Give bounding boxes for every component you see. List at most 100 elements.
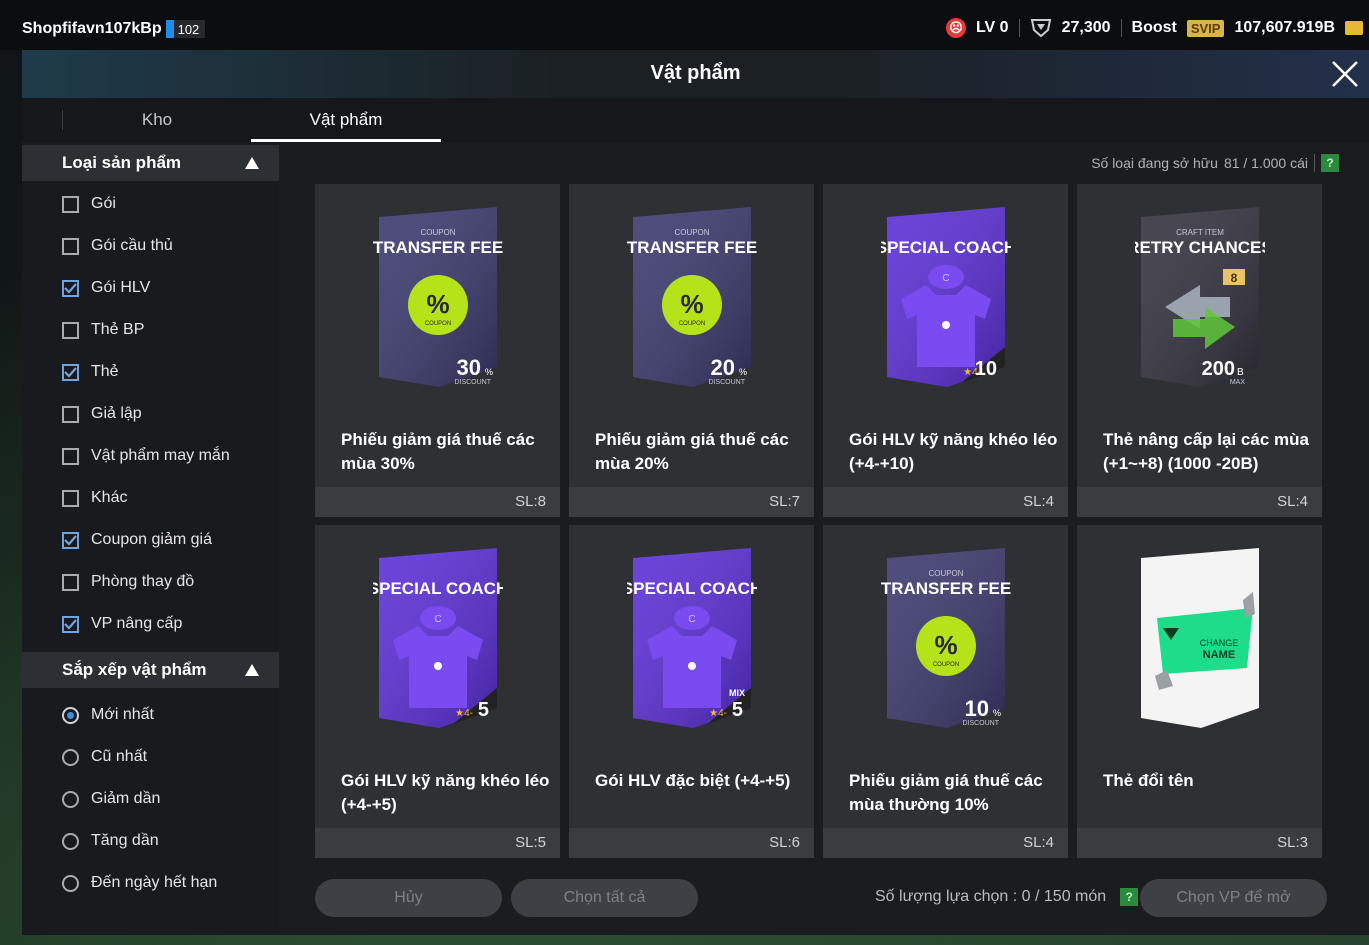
svg-text:COUPON: COUPON — [425, 321, 451, 327]
checkbox-icon[interactable] — [62, 195, 79, 213]
product-type-option[interactable]: Giả lập — [62, 399, 142, 429]
item-name: Phiếu giảm giá thuế các mùa 20% — [595, 430, 789, 473]
svg-text:%: % — [426, 289, 449, 319]
radio-selected-icon[interactable] — [62, 706, 79, 724]
product-type-label: Khác — [91, 489, 128, 506]
product-type-header[interactable]: Loại sản phẩm — [22, 145, 279, 181]
svg-text:%: % — [739, 367, 747, 377]
item-card[interactable]: SPECIAL COACH C MIX ★4- 5 Gói HLV đặc biệt (+… — [569, 525, 814, 858]
sort-option[interactable]: Tăng dần — [62, 826, 159, 856]
checkbox-checked-icon[interactable] — [62, 363, 79, 381]
svg-text:COUPON: COUPON — [928, 569, 963, 578]
svg-text:COUPON: COUPON — [420, 228, 455, 237]
svg-text:%: % — [993, 708, 1001, 718]
shield-value: 27,300 — [1061, 19, 1111, 36]
product-type-option[interactable]: Phòng thay đồ — [62, 567, 194, 597]
item-card[interactable]: COUPON TRANSFER FEE% COUPON 30% DISCOUNT Phiế… — [315, 184, 560, 517]
svg-text:5: 5 — [732, 699, 743, 721]
item-card[interactable]: CHANGE NAME Thẻ đổi tên SL:3 — [1077, 525, 1322, 858]
checkbox-icon[interactable] — [62, 447, 79, 465]
sort-option-label: Giảm dần — [91, 790, 161, 807]
svg-text:TRANSFER FEE: TRANSFER FEE — [627, 238, 757, 257]
svg-text:DISCOUNT: DISCOUNT — [708, 379, 745, 386]
svg-text:SPECIAL COACH: SPECIAL COACH — [627, 579, 757, 598]
item-quantity-bar: SL:8 — [315, 487, 560, 517]
svg-text:NAME: NAME — [1203, 649, 1235, 661]
tab-bar: Kho Vật phẩm — [22, 98, 1369, 142]
tab-items[interactable]: Vật phẩm — [251, 98, 441, 142]
checkbox-icon[interactable] — [62, 237, 79, 255]
coach-card-icon: SPECIAL COACH C ★4- 5 — [368, 548, 508, 728]
product-type-option[interactable]: Khác — [62, 483, 127, 513]
help-button[interactable]: ? — [1321, 154, 1339, 172]
product-type-label: Thẻ BP — [91, 321, 145, 338]
svg-text:B: B — [1237, 367, 1244, 378]
item-card[interactable]: CRAFT ITEMRETRY CHANCES 8 200BMAX Thẻ nâng … — [1077, 184, 1322, 517]
cancel-button[interactable]: Hủy — [315, 879, 502, 917]
coach-card-icon: SPECIAL COACH C MIX ★4- 5 — [622, 548, 762, 728]
item-quantity-bar: SL:4 — [1077, 487, 1322, 517]
svg-text:★4-: ★4- — [455, 708, 473, 719]
product-type-label: VP nâng cấp — [91, 615, 183, 632]
tab-storage[interactable]: Kho — [62, 98, 252, 142]
coupon-card-icon: COUPON TRANSFER FEE% COUPON 10% DISCOUNT — [881, 548, 1011, 728]
sort-option[interactable]: Mới nhất — [62, 700, 154, 730]
checkbox-checked-icon[interactable] — [62, 531, 79, 549]
checkbox-checked-icon[interactable] — [62, 615, 79, 633]
product-type-label: Thẻ — [91, 363, 119, 380]
open-selected-button[interactable]: Chọn VP để mở — [1140, 879, 1327, 917]
divider — [1120, 19, 1122, 37]
product-type-option[interactable]: Gói — [62, 189, 116, 219]
radio-icon[interactable] — [62, 790, 79, 808]
checkbox-icon[interactable] — [62, 405, 79, 423]
item-quantity-bar: SL:4 — [823, 487, 1068, 517]
svg-text:30: 30 — [457, 355, 481, 380]
divider — [1018, 19, 1020, 37]
sort-option[interactable]: Đến ngày hết hạn — [62, 868, 217, 898]
radio-icon[interactable] — [62, 874, 79, 892]
item-quantity-bar: SL:7 — [569, 487, 814, 517]
product-type-option[interactable]: VP nâng cấp — [62, 609, 182, 639]
user-info: Shopfifavn107kBp 102 — [22, 20, 206, 38]
sad-face-icon: ☹ — [945, 18, 966, 38]
collapse-triangle-icon — [245, 157, 259, 169]
svg-text:%: % — [485, 367, 493, 377]
select-all-button[interactable]: Chọn tất cả — [511, 879, 698, 917]
sort-header[interactable]: Sắp xếp vật phẩm — [22, 652, 279, 688]
owned-count: Số loại đang sở hữu 81 / 1.000 cái ? — [1091, 154, 1339, 172]
sort-option[interactable]: Giảm dần — [62, 784, 160, 814]
currency-stats: ☹ LV 0 27,300 Boost SVIP 107,607.919B — [945, 18, 1363, 38]
items-window: Vật phẩm Kho Vật phẩm Loại sản phẩm Gói G… — [22, 50, 1369, 935]
product-type-option[interactable]: Thẻ — [62, 357, 119, 387]
sort-option-label: Đến ngày hết hạn — [91, 874, 218, 891]
item-name: Phiếu giảm giá thuế các mùa 30% — [341, 430, 535, 473]
product-type-option[interactable]: Coupon giảm giá — [62, 525, 212, 555]
coach-card-icon: SPECIAL COACH C ★4- 10 — [876, 207, 1016, 387]
product-type-label: Phòng thay đồ — [91, 573, 195, 590]
product-type-option[interactable]: Gói HLV — [62, 273, 150, 303]
item-card[interactable]: SPECIAL COACH C ★4- 5 Gói HLV kỹ năng khéo l… — [315, 525, 560, 858]
product-type-label: Gói — [91, 195, 116, 212]
item-quantity: SL:4 — [1277, 493, 1308, 510]
product-type-option[interactable]: Thẻ BP — [62, 315, 144, 345]
window-title: Vật phẩm — [650, 62, 741, 84]
checkbox-icon[interactable] — [62, 573, 79, 591]
svg-text:5: 5 — [478, 699, 489, 721]
checkbox-icon[interactable] — [62, 321, 79, 339]
item-card[interactable]: COUPON TRANSFER FEE% COUPON 20% DISCOUNT Phiế… — [569, 184, 814, 517]
svg-text:10: 10 — [975, 358, 997, 380]
radio-icon[interactable] — [62, 832, 79, 850]
sort-option[interactable]: Cũ nhất — [62, 742, 147, 772]
close-icon[interactable] — [1329, 58, 1361, 90]
svg-text:COUPON: COUPON — [933, 662, 959, 668]
help-button[interactable]: ? — [1120, 888, 1139, 906]
item-card[interactable]: COUPON TRANSFER FEE% COUPON 10% DISCOUNT Phiế… — [823, 525, 1068, 858]
item-quantity: SL:5 — [515, 834, 546, 851]
checkbox-icon[interactable] — [62, 489, 79, 507]
product-type-option[interactable]: Gói cầu thủ — [62, 231, 173, 261]
item-quantity-bar: SL:6 — [569, 828, 814, 858]
product-type-option[interactable]: Vật phẩm may mắn — [62, 441, 230, 471]
item-card[interactable]: SPECIAL COACH C ★4- 10 Gói HLV kỹ năng khéo … — [823, 184, 1068, 517]
radio-icon[interactable] — [62, 748, 79, 766]
checkbox-checked-icon[interactable] — [62, 279, 79, 297]
